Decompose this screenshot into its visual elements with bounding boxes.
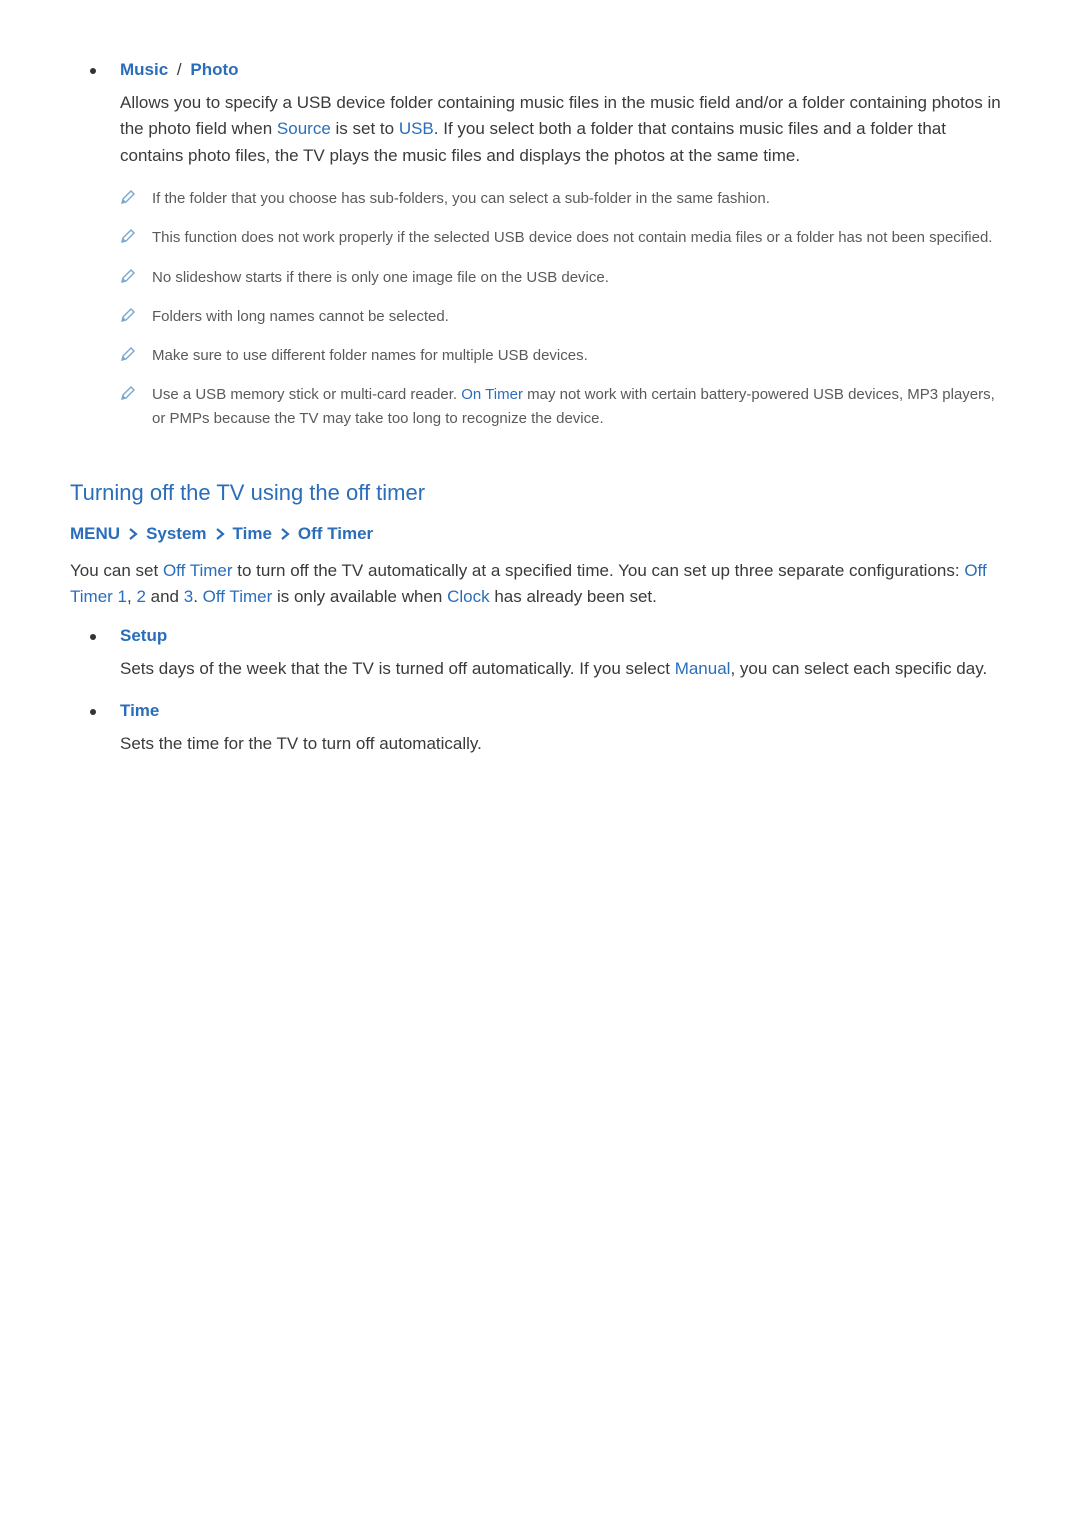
p-text-1: You can set [70,561,163,580]
pencil-note-icon [120,385,136,401]
text-body-mid1: is set to [331,119,399,138]
breadcrumb-time: Time [233,524,272,544]
highlight-off-timer-2: Off Timer [203,587,273,606]
highlight-off-timer-label2: 2 [136,587,145,606]
note-6: Use a USB memory stick or multi-card rea… [120,383,1010,430]
highlight-source: Source [277,119,331,138]
bullet-dot-icon [90,634,96,640]
bullet-title-music-photo: Music / Photo [120,60,239,80]
note-6-text: Use a USB memory stick or multi-card rea… [152,383,1010,430]
bullet-dot-icon [90,68,96,74]
bullet-body-time: Sets the time for the TV to turn off aut… [120,731,1010,757]
setup-body-post: , you can select each specific day. [730,659,987,678]
pencil-note-icon [120,307,136,323]
note-1-text: If the folder that you choose has sub-fo… [152,187,770,210]
note-2-text: This function does not work properly if … [152,226,992,249]
bullet-title-setup: Setup [120,626,167,646]
note-2: This function does not work properly if … [120,226,1010,249]
note-4: Folders with long names cannot be select… [120,305,1010,328]
p-dot: . [193,587,202,606]
highlight-manual: Manual [675,659,731,678]
highlight-off-timer-label3: 3 [184,587,193,606]
highlight-usb: USB [399,119,434,138]
breadcrumb-off-timer-leaf: Off Timer [298,524,373,544]
bullet-body-music-photo: Allows you to specify a USB device folde… [120,90,1010,169]
off-timer-paragraph: You can set Off Timer to turn off the TV… [70,558,1010,611]
p-text-3: is only available when [272,587,447,606]
pencil-note-icon [120,268,136,284]
p-and: and [146,587,184,606]
bullet-title-time: Time [120,701,159,721]
highlight-off-timer-1: Off Timer [163,561,233,580]
breadcrumb-menu: MENU [70,524,120,544]
pencil-note-icon [120,189,136,205]
label-photo: Photo [190,60,238,79]
highlight-clock: Clock [447,587,490,606]
pencil-note-icon [120,346,136,362]
chevron-right-icon [128,528,138,540]
document-page: Music / Photo Allows you to specify a US… [0,0,1080,835]
section-heading-off-timer: Turning off the TV using the off timer [70,480,1010,506]
chevron-right-icon [215,528,225,540]
p-text-4: has already been set. [490,587,657,606]
note-3: No slideshow starts if there is only one… [120,266,1010,289]
label-slash: / [172,60,186,79]
breadcrumb-system: System [146,524,206,544]
bullet-setup: Setup [90,626,1010,646]
note-5: Make sure to use different folder names … [120,344,1010,367]
breadcrumb-off-timer: MENU System Time Off Timer [70,524,1010,544]
note-4-text: Folders with long names cannot be select… [152,305,449,328]
bullet-body-setup: Sets days of the week that the TV is tur… [120,656,1010,682]
bullet-dot-icon [90,709,96,715]
bullet-music-photo: Music / Photo [90,60,1010,80]
p-text-2: to turn off the TV automatically at a sp… [233,561,965,580]
bullet-time: Time [90,701,1010,721]
note-5-text: Make sure to use different folder names … [152,344,588,367]
note-6-pre: Use a USB memory stick or multi-card rea… [152,386,461,403]
setup-body-pre: Sets days of the week that the TV is tur… [120,659,675,678]
pencil-note-icon [120,228,136,244]
note-3-text: No slideshow starts if there is only one… [152,266,609,289]
chevron-right-icon [280,528,290,540]
label-music: Music [120,60,168,79]
highlight-on-timer: On Timer [461,386,523,403]
note-1: If the folder that you choose has sub-fo… [120,187,1010,210]
